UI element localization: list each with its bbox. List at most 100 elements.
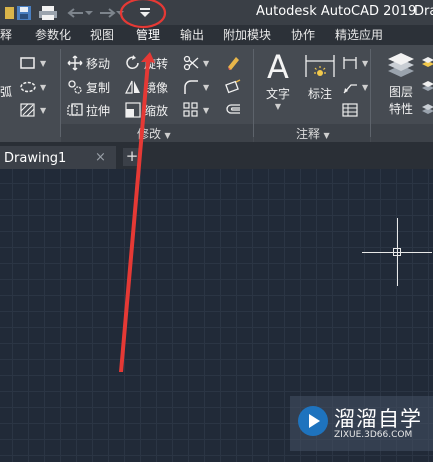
fillet-button[interactable]: ▼	[183, 77, 209, 97]
undo-dropdown-icon[interactable]	[84, 3, 94, 22]
chevron-down-icon: ▼	[362, 58, 369, 68]
arc-button[interactable]: 弧	[0, 81, 12, 101]
document-tab[interactable]: Drawing1 ×	[0, 146, 116, 169]
layer-isolate-icon	[420, 79, 433, 95]
layers-panel-title-bar[interactable]	[371, 124, 433, 142]
watermark-logo	[296, 404, 330, 438]
layers-icon	[381, 51, 421, 83]
leader-icon	[342, 79, 358, 95]
offset-button[interactable]	[225, 100, 244, 120]
dimension-icon	[302, 51, 338, 85]
customize-dropdown-icon[interactable]	[135, 3, 155, 22]
chevron-down-icon: ▼	[203, 82, 210, 92]
layer-button-2[interactable]	[420, 77, 433, 97]
scale-icon	[125, 102, 141, 118]
stretch-button[interactable]: 拉伸	[67, 100, 110, 120]
erase-button[interactable]	[225, 53, 244, 73]
stretch-icon	[67, 102, 83, 118]
crosshair-pickbox	[393, 248, 401, 256]
layer-properties-label-2: 特性	[388, 102, 413, 116]
table-icon	[342, 102, 358, 118]
app-title: Autodesk AutoCAD 2019	[256, 4, 417, 19]
tab-parametric[interactable]: 参数化	[35, 27, 71, 43]
stretch-label: 拉伸	[86, 103, 111, 118]
copy-button[interactable]: 复制	[67, 77, 110, 97]
hatch-button[interactable]: ▼	[20, 100, 46, 120]
watermark-url: ZIXUE.3D66.COM	[334, 430, 413, 440]
text-label: 文字	[265, 87, 290, 101]
hatch-icon	[20, 102, 36, 118]
print-icon[interactable]	[38, 3, 58, 22]
leader-button[interactable]: ▼	[342, 77, 368, 97]
text-button[interactable]: A 文字 ▼	[262, 49, 294, 111]
layer-state-icon	[420, 55, 433, 71]
move-button[interactable]: 移动	[67, 53, 110, 73]
close-tab-icon[interactable]: ×	[95, 150, 106, 165]
mirror-icon	[125, 79, 141, 95]
tab-annotate[interactable]: 注释	[0, 27, 12, 43]
rectangle-icon	[20, 55, 36, 71]
explode-button[interactable]	[225, 77, 244, 97]
copy-label: 复制	[86, 80, 111, 95]
rotate-label: 旋转	[144, 56, 169, 71]
mirror-label: 镜像	[144, 80, 169, 95]
tab-featured-apps[interactable]: 精选应用	[335, 27, 383, 43]
rotate-icon	[125, 55, 141, 71]
arc-label: 弧	[0, 84, 13, 99]
chevron-down-icon: ▼	[274, 102, 282, 111]
rotate-button[interactable]: 旋转	[125, 53, 168, 73]
move-label: 移动	[86, 56, 111, 71]
chevron-down-icon: ▼	[40, 105, 47, 115]
move-icon	[67, 55, 83, 71]
new-tab-button[interactable]: +	[123, 148, 141, 166]
document-tab-bar: Drawing1 ×	[0, 142, 433, 169]
ribbon: 弧 ▼ ▼ ▼ 移动 旋转 ▼ 复制 镜像 ▼ 拉伸 缩放 ▼ 修改 ▼ A 文…	[0, 45, 433, 142]
scale-button[interactable]: 缩放	[125, 100, 168, 120]
trim-icon	[183, 55, 199, 71]
chevron-down-icon: ▼	[40, 58, 47, 68]
text-a-icon: A	[267, 48, 289, 86]
table-button[interactable]	[342, 100, 361, 120]
title-bar: Autodesk AutoCAD 2019 Dra	[0, 0, 433, 25]
chevron-down-icon: ▼	[162, 131, 171, 140]
chevron-down-icon: ▼	[40, 82, 47, 92]
scale-label: 缩放	[144, 103, 169, 118]
tab-view[interactable]: 视图	[90, 27, 114, 43]
ellipse-button[interactable]: ▼	[20, 77, 46, 97]
rectangle-button[interactable]: ▼	[20, 53, 46, 73]
layer-button-1[interactable]	[420, 53, 433, 73]
array-button[interactable]: ▼	[183, 100, 209, 120]
document-tab-label: Drawing1	[4, 151, 67, 166]
fillet-icon	[183, 79, 199, 95]
layer-freeze-icon	[420, 102, 433, 118]
eraser-icon	[225, 55, 241, 71]
linear-dim-button[interactable]: ▼	[342, 53, 368, 73]
mirror-button[interactable]: 镜像	[125, 77, 168, 97]
dimension-label: 标注	[307, 87, 332, 101]
redo-icon[interactable]	[97, 3, 117, 22]
save-icon[interactable]	[14, 3, 34, 22]
tab-addins[interactable]: 附加模块	[223, 27, 271, 43]
chevron-down-icon: ▼	[203, 105, 210, 115]
tab-collaborate[interactable]: 协作	[291, 27, 315, 43]
linear-dimension-icon	[342, 55, 358, 71]
tab-output[interactable]: 输出	[180, 27, 204, 43]
redo-dropdown-icon[interactable]	[115, 3, 125, 22]
ellipse-icon	[20, 79, 36, 95]
annotation-panel-title[interactable]: 注释 ▼	[296, 125, 330, 142]
layer-properties-label-1: 图层	[388, 85, 413, 99]
chevron-down-icon: ▼	[362, 82, 369, 92]
tab-manage[interactable]: 管理	[136, 27, 160, 43]
app-title-suffix: Dra	[414, 4, 433, 19]
undo-icon[interactable]	[66, 3, 86, 22]
array-icon	[183, 102, 199, 118]
dimension-button[interactable]: 标注	[302, 51, 338, 102]
trim-button[interactable]: ▼	[183, 53, 209, 73]
copy-icon	[67, 79, 83, 95]
layer-properties-button[interactable]: 图层 特性	[381, 51, 421, 117]
ribbon-tab-bar: 注释 参数化 视图 管理 输出 附加模块 协作 精选应用	[0, 25, 433, 45]
layer-button-3[interactable]	[420, 100, 433, 120]
watermark-brand: 溜溜自学	[334, 407, 422, 431]
chevron-down-icon: ▼	[321, 131, 330, 140]
modify-panel-title[interactable]: 修改 ▼	[137, 125, 171, 142]
